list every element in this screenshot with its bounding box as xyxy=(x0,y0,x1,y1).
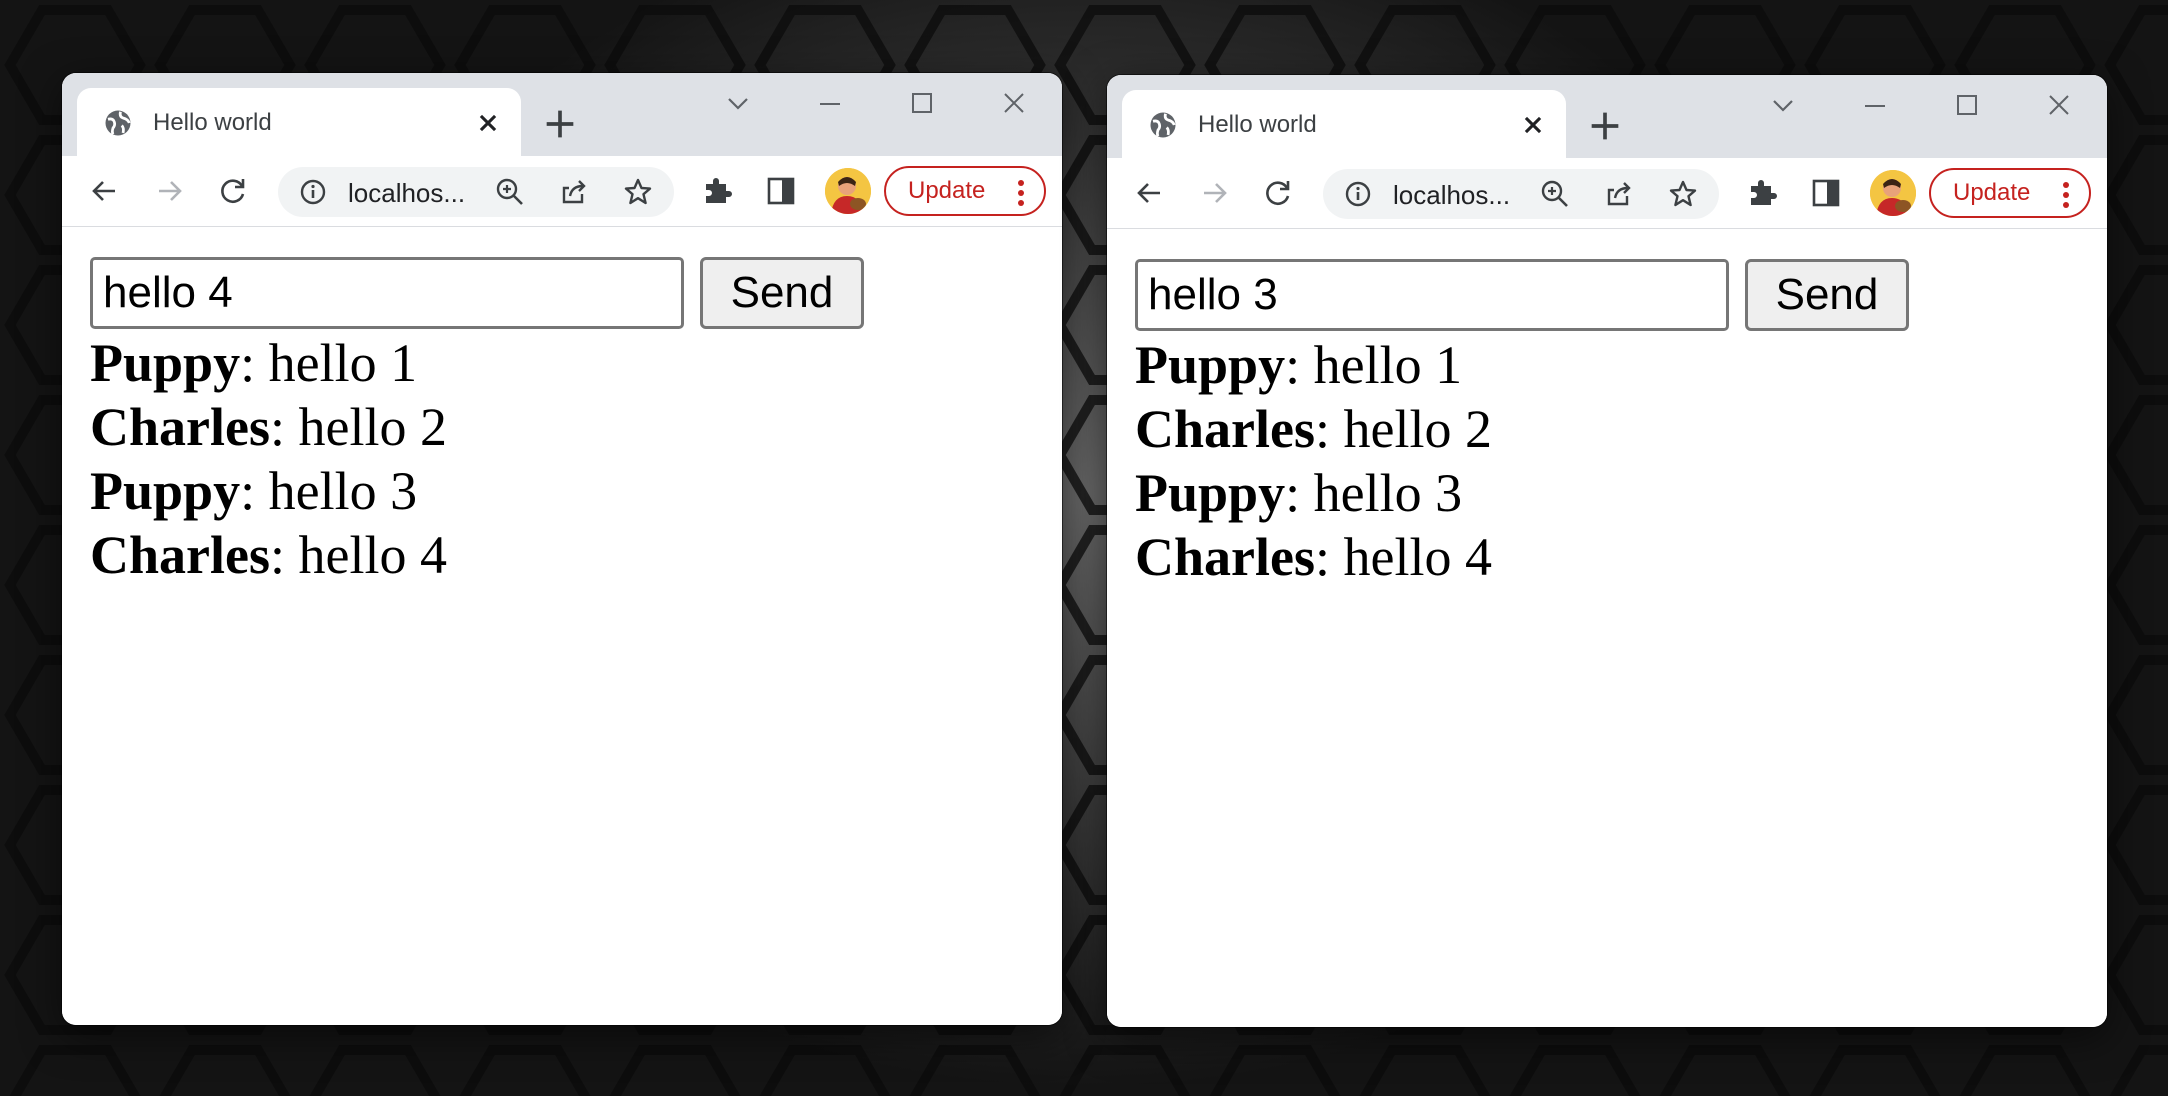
tab-search-chevron-icon[interactable] xyxy=(1763,89,1803,123)
update-button[interactable]: Update xyxy=(1929,168,2091,218)
reload-icon[interactable] xyxy=(1255,170,1301,216)
address-bar[interactable]: localhos... xyxy=(1323,169,1719,219)
message-row: Charles: hello 4 xyxy=(90,523,447,587)
message-list: Puppy: hello 1 Charles: hello 2 Puppy: h… xyxy=(90,331,447,587)
new-tab-icon[interactable] xyxy=(540,104,580,144)
message-text: : hello 4 xyxy=(1314,527,1492,587)
address-bar[interactable]: localhos... xyxy=(278,167,674,217)
page-content: Send Puppy: hello 1 Charles: hello 2 Pup… xyxy=(1107,229,2107,1027)
message-row: Puppy: hello 3 xyxy=(90,459,447,523)
update-button[interactable]: Update xyxy=(884,166,1046,216)
bookmark-star-icon[interactable] xyxy=(1665,176,1701,212)
minimize-icon[interactable] xyxy=(1855,89,1895,123)
tab-hello-world[interactable]: Hello world xyxy=(77,88,521,156)
send-button[interactable]: Send xyxy=(700,257,864,329)
message-author: Charles xyxy=(1135,527,1315,587)
message-text: : hello 3 xyxy=(240,461,418,521)
zoom-icon[interactable] xyxy=(492,174,528,210)
message-text: : hello 1 xyxy=(240,333,418,393)
zoom-icon[interactable] xyxy=(1537,176,1573,212)
message-author: Charles xyxy=(90,397,270,457)
tab-title: Hello world xyxy=(153,109,272,136)
message-author: Charles xyxy=(90,525,270,585)
message-author: Puppy xyxy=(90,333,241,393)
message-author: Charles xyxy=(1135,399,1315,459)
message-text: : hello 2 xyxy=(1314,399,1492,459)
message-input[interactable] xyxy=(90,257,684,329)
tab-hello-world[interactable]: Hello world xyxy=(1122,90,1566,158)
message-row: Charles: hello 4 xyxy=(1135,525,1492,589)
globe-icon xyxy=(1150,112,1176,138)
avatar-image xyxy=(825,168,871,214)
bookmark-star-icon[interactable] xyxy=(620,174,656,210)
message-row: Puppy: hello 1 xyxy=(1135,333,1492,397)
message-text: : hello 3 xyxy=(1285,463,1463,523)
message-text: : hello 2 xyxy=(269,397,447,457)
message-author: Puppy xyxy=(90,461,241,521)
avatar-image xyxy=(1870,170,1916,216)
message-row: Charles: hello 2 xyxy=(1135,397,1492,461)
site-info-icon[interactable] xyxy=(1343,179,1373,209)
maximize-icon[interactable] xyxy=(1947,89,1987,123)
tab-title: Hello world xyxy=(1198,111,1317,138)
new-tab-icon[interactable] xyxy=(1585,106,1625,146)
close-window-icon[interactable] xyxy=(994,87,1034,121)
page-content: Send Puppy: hello 1 Charles: hello 2 Pup… xyxy=(62,227,1062,1025)
update-label: Update xyxy=(908,177,986,204)
update-label: Update xyxy=(1953,179,2031,206)
message-row: Puppy: hello 3 xyxy=(1135,461,1492,525)
url-text[interactable]: localhos... xyxy=(348,178,465,208)
profile-avatar[interactable] xyxy=(825,168,871,214)
close-tab-icon[interactable] xyxy=(1516,108,1550,142)
message-input[interactable] xyxy=(1135,259,1729,331)
browser-toolbar: localhos... Update xyxy=(62,156,1062,227)
message-author: Puppy xyxy=(1135,463,1286,523)
browser-toolbar: localhos... Update xyxy=(1107,158,2107,229)
share-icon[interactable] xyxy=(1601,176,1637,212)
tab-strip: Hello world xyxy=(62,73,1062,156)
profile-avatar[interactable] xyxy=(1870,170,1916,216)
message-text: : hello 4 xyxy=(269,525,447,585)
back-arrow-icon[interactable] xyxy=(82,168,128,214)
site-info-icon[interactable] xyxy=(298,177,328,207)
reload-icon[interactable] xyxy=(210,168,256,214)
side-panel-icon[interactable] xyxy=(758,168,804,214)
message-text: : hello 1 xyxy=(1285,335,1463,395)
globe-icon xyxy=(105,110,131,136)
close-tab-icon[interactable] xyxy=(471,106,505,140)
message-author: Puppy xyxy=(1135,335,1286,395)
send-button[interactable]: Send xyxy=(1745,259,1909,331)
side-panel-icon[interactable] xyxy=(1803,170,1849,216)
more-menu-icon xyxy=(2063,182,2069,208)
message-row: Charles: hello 2 xyxy=(90,395,447,459)
browser-window-right: Hello world localhos... Update hello 3 S… xyxy=(1107,75,2107,1027)
extensions-puzzle-icon[interactable] xyxy=(1739,170,1785,216)
tab-search-chevron-icon[interactable] xyxy=(718,87,758,121)
message-list: Puppy: hello 1 Charles: hello 2 Puppy: h… xyxy=(1135,333,1492,589)
more-menu-icon xyxy=(1018,180,1024,206)
share-icon[interactable] xyxy=(556,174,592,210)
close-window-icon[interactable] xyxy=(2039,89,2079,123)
message-row: Puppy: hello 1 xyxy=(90,331,447,395)
forward-arrow-icon[interactable] xyxy=(146,168,192,214)
extensions-puzzle-icon[interactable] xyxy=(694,168,740,214)
url-text[interactable]: localhos... xyxy=(1393,180,1510,210)
back-arrow-icon[interactable] xyxy=(1127,170,1173,216)
tab-strip: Hello world xyxy=(1107,75,2107,158)
forward-arrow-icon[interactable] xyxy=(1191,170,1237,216)
minimize-icon[interactable] xyxy=(810,87,850,121)
maximize-icon[interactable] xyxy=(902,87,942,121)
browser-window-left: Hello world localhos... Update hello 4 S… xyxy=(62,73,1062,1025)
